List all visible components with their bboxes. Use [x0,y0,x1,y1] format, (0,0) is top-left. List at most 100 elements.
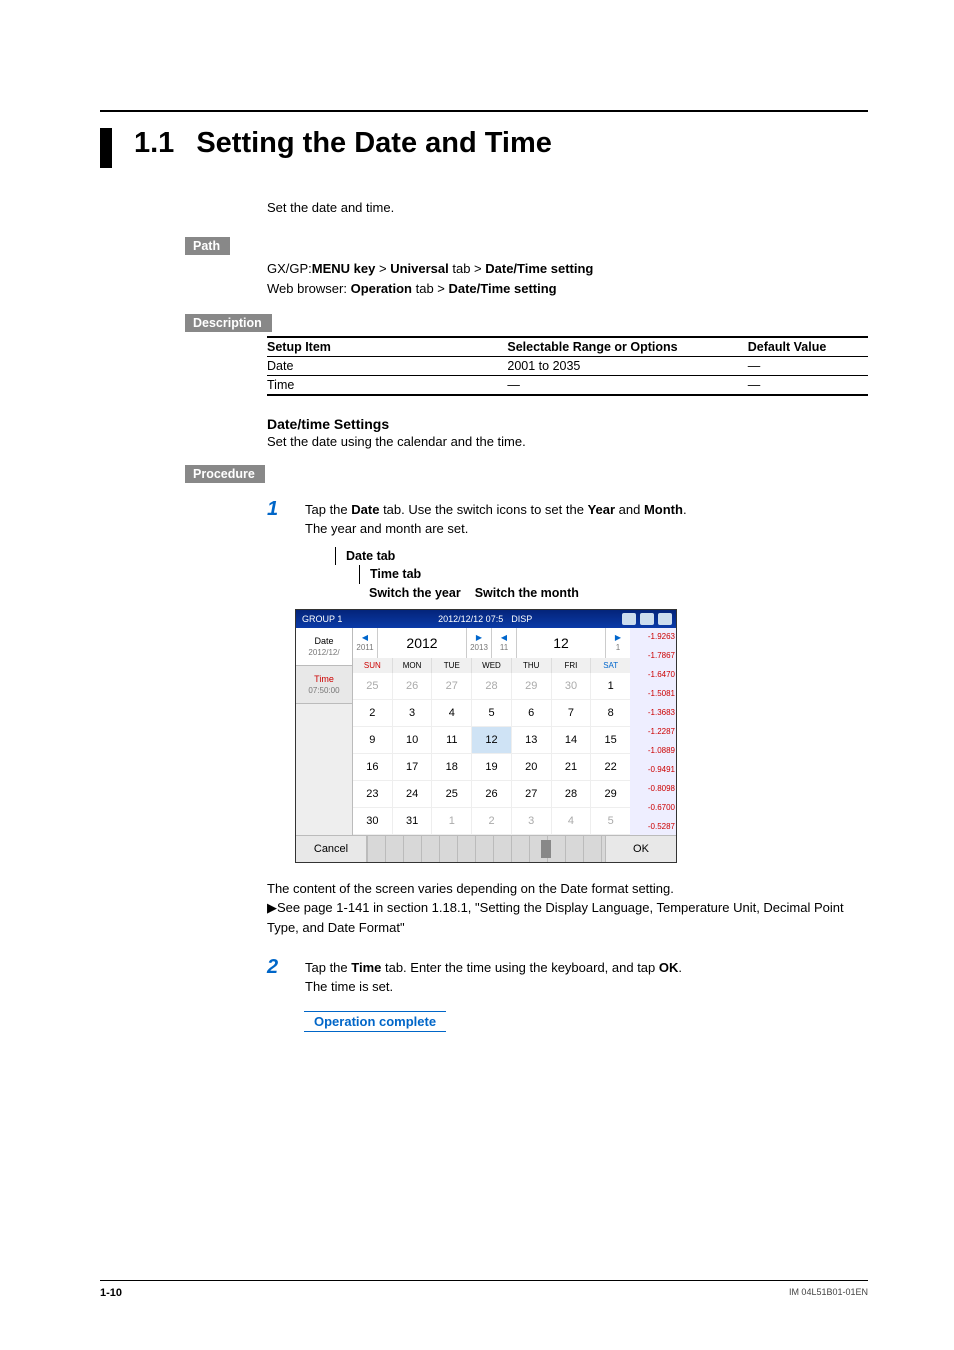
step-text: . [683,502,687,517]
calendar-day[interactable]: 25 [432,781,472,808]
calendar-day[interactable]: 2 [353,700,393,727]
calendar-day[interactable]: 7 [552,700,592,727]
dow-mon: MON [393,658,433,673]
calendar-day[interactable]: 10 [393,727,433,754]
cell-default: — [748,357,868,376]
calendar-day[interactable]: 2 [472,808,512,835]
step-key-ok: OK [659,960,679,975]
calendar-day[interactable]: 1 [432,808,472,835]
path-prefix: GX/GP: [267,261,312,276]
figure-block: Date tab Time tab Switch the year Switch… [295,547,868,863]
calendar-day[interactable]: 5 [591,808,630,835]
calendar-day[interactable]: 19 [472,754,512,781]
calendar-day[interactable]: 28 [472,673,512,700]
month-prev-button[interactable]: ◀11 [492,628,517,658]
tab-time[interactable]: Time 07:50:00 [296,666,352,704]
scrub-bar[interactable] [367,836,605,862]
calendar-day[interactable]: 23 [353,781,393,808]
cancel-button[interactable]: Cancel [296,836,367,862]
page-body: 1.1 Setting the Date and Time Set the da… [0,0,954,1280]
description-label: Description [185,314,272,332]
format-note: The content of the screen varies dependi… [267,879,868,899]
callout-switch-month: Switch the month [475,584,579,603]
dow-sat: SAT [591,658,630,673]
path-web-prefix: Web browser: [267,281,351,296]
calendar-day[interactable]: 29 [591,781,630,808]
figure-callouts: Date tab Time tab Switch the year Switch… [325,547,868,603]
calendar-day[interactable]: 27 [512,781,552,808]
calendar-day[interactable]: 21 [552,754,592,781]
step-text: tab. Enter the time using the keyboard, … [381,960,659,975]
calendar-day[interactable]: 24 [393,781,433,808]
step-text: Tap the [305,502,351,517]
calendar-day[interactable]: 4 [552,808,592,835]
calendar-day[interactable]: 25 [353,673,393,700]
calendar-body[interactable]: 2526272829301234567891011121314151617181… [353,673,630,835]
calendar-day[interactable]: 1 [591,673,630,700]
path-key-datetime: Date/Time setting [485,261,593,276]
calendar-day[interactable]: 31 [393,808,433,835]
calendar-day[interactable]: 27 [432,673,472,700]
trend-strip: -1.9263-1.7867-1.6470-1.5081-1.3683-1.22… [630,628,676,835]
section-number: 1.1 [134,128,174,160]
path-key-universal: Universal [390,261,449,276]
callout-date-tab: Date tab [335,547,868,566]
calendar-screenshot: GROUP 1 2012/12/12 07:5 DISP Date 2012/1… [295,609,677,863]
calendar-day[interactable]: 18 [432,754,472,781]
calendar-day[interactable]: 30 [353,808,393,835]
cell-range: 2001 to 2035 [507,357,747,376]
ok-button[interactable]: OK [605,836,676,862]
calendar-day[interactable]: 3 [393,700,433,727]
tab-date[interactable]: Date 2012/12/ [296,628,352,666]
intro-text: Set the date and time. [267,200,868,215]
dow-wed: WED [472,658,512,673]
trend-value: -1.5081 [648,689,675,698]
calendar-day[interactable]: 16 [353,754,393,781]
scrub-handle-icon[interactable] [541,840,551,858]
calendar-day[interactable]: 11 [432,727,472,754]
side-tabs: Date 2012/12/ Time 07:50:00 [296,628,353,835]
calendar-day[interactable]: 9 [353,727,393,754]
calendar-day[interactable]: 26 [472,781,512,808]
month-next-button[interactable]: ▶1 [606,628,630,658]
calendar-day[interactable]: 15 [591,727,630,754]
calendar-day[interactable]: 30 [552,673,592,700]
calendar-day[interactable]: 17 [393,754,433,781]
triangle-icon: ▶ [267,898,277,918]
calendar-day[interactable]: 28 [552,781,592,808]
trend-value: -1.6470 [648,670,675,679]
calendar-day[interactable]: 20 [512,754,552,781]
after-figure-text: The content of the screen varies dependi… [267,879,868,938]
calendar-day[interactable]: 13 [512,727,552,754]
step-result: The time is set. [305,979,393,994]
cell-item: Date [267,357,507,376]
year-display: 2012 [378,628,467,658]
year-prev-button[interactable]: ◀2011 [353,628,378,658]
trend-value: -0.9491 [648,765,675,774]
section-title: Setting the Date and Time [196,128,552,160]
calendar-day[interactable]: 4 [432,700,472,727]
step-key-date: Date [351,502,379,517]
trend-value: -1.2287 [648,727,675,736]
tab-date-sub: 2012/12/ [300,648,348,657]
calendar-day[interactable]: 8 [591,700,630,727]
trend-value: -0.6700 [648,803,675,812]
calendar-day[interactable]: 26 [393,673,433,700]
step-text: tab. Use the switch icons to set the [379,502,587,517]
calendar-row: 303112345 [353,808,630,835]
group-label: GROUP 1 [296,614,348,624]
datetime-settings-body: Set the date using the calendar and the … [267,434,868,449]
calendar-day[interactable]: 12 [472,727,512,754]
dow-fri: FRI [552,658,592,673]
year-prev-label: 2011 [356,643,373,652]
tab-time-label: Time [314,674,334,684]
dow-sun: SUN [353,658,393,673]
calendar-day[interactable]: 29 [512,673,552,700]
path-key-datetime-2: Date/Time setting [448,281,556,296]
year-next-button[interactable]: ▶2013 [467,628,492,658]
calendar-day[interactable]: 5 [472,700,512,727]
calendar-day[interactable]: 22 [591,754,630,781]
calendar-day[interactable]: 6 [512,700,552,727]
calendar-day[interactable]: 3 [512,808,552,835]
calendar-day[interactable]: 14 [552,727,592,754]
